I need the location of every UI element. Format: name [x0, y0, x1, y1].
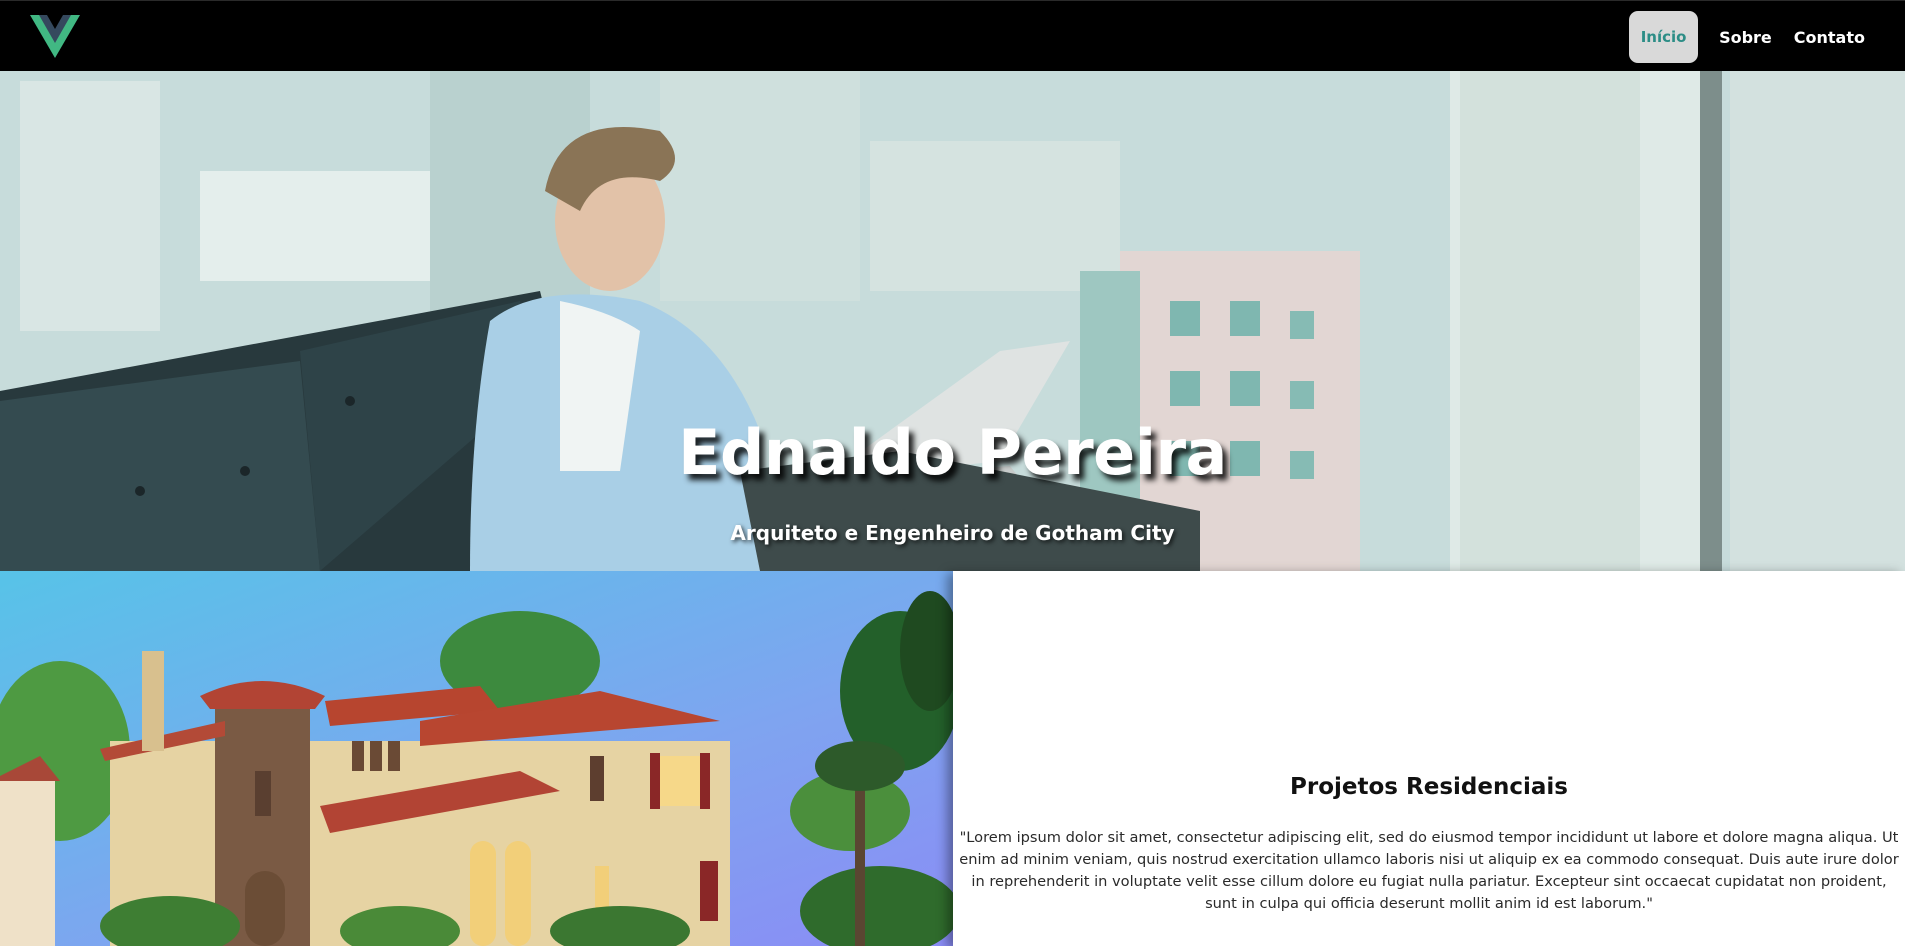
- nav-link-inicio[interactable]: Início: [1629, 11, 1699, 63]
- project-card: Projetos Residenciais "Lorem ipsum dolor…: [953, 571, 1905, 946]
- navbar: Início Sobre Contato: [0, 0, 1905, 71]
- project-title: Projetos Residenciais: [1290, 774, 1568, 800]
- nav-links: Início Sobre Contato: [1629, 11, 1905, 63]
- nav-link-contato[interactable]: Contato: [1794, 28, 1865, 47]
- project-house-image: [0, 571, 953, 946]
- vue-logo-icon[interactable]: [30, 15, 80, 58]
- hero-background-image: [0, 71, 1905, 571]
- hero-title: Ednaldo Pereira: [678, 416, 1227, 489]
- hero-banner: Ednaldo Pereira Arquiteto e Engenheiro d…: [0, 71, 1905, 571]
- nav-link-sobre[interactable]: Sobre: [1719, 28, 1772, 47]
- project-description: "Lorem ipsum dolor sit amet, consectetur…: [959, 829, 1899, 912]
- hero-subtitle: Arquiteto e Engenheiro de Gotham City: [730, 521, 1175, 545]
